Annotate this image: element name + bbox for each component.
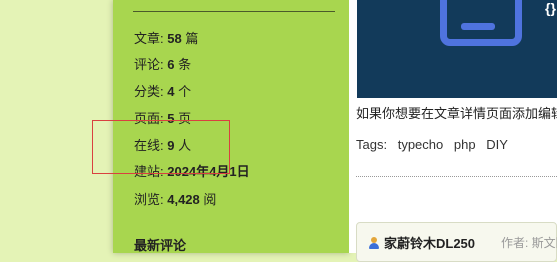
stat-unit: 个 bbox=[174, 84, 192, 99]
stat-label: 文章: bbox=[134, 31, 168, 46]
stat-articles: 文章: 58 篇 bbox=[134, 31, 198, 47]
stat-label: 分类: bbox=[134, 84, 168, 99]
stat-label: 评论: bbox=[134, 57, 168, 72]
stat-unit: 条 bbox=[174, 57, 192, 72]
divider bbox=[356, 176, 557, 177]
tag-typecho[interactable]: typecho bbox=[398, 137, 444, 152]
post-card[interactable]: 家蔚铃木DL250 作者: 斯文阳 bbox=[356, 222, 557, 262]
stat-label: 浏览: bbox=[134, 192, 168, 207]
tag-php[interactable]: php bbox=[454, 137, 476, 152]
stat-views: 浏览: 4,428 阅 bbox=[134, 192, 216, 208]
post-author: 作者: 斯文阳 bbox=[501, 236, 557, 250]
stat-categories: 分类: 4 个 bbox=[134, 84, 191, 100]
user-icon bbox=[369, 237, 379, 249]
article-excerpt: 如果你想要在文章详情页面添加编辑 bbox=[356, 106, 557, 121]
stat-comments: 评论: 6 条 bbox=[134, 57, 191, 73]
post-title-text: 家蔚铃木DL250 bbox=[384, 236, 476, 251]
post-title[interactable]: 家蔚铃木DL250 bbox=[369, 233, 475, 252]
stat-value: 58 bbox=[167, 31, 182, 46]
recent-comments-heading: 最新评论 bbox=[134, 238, 187, 253]
stat-unit: 篇 bbox=[181, 31, 199, 46]
stat-value: 4,428 bbox=[167, 192, 200, 207]
article-thumbnail[interactable]: {} bbox=[357, 0, 557, 98]
sidebar-divider bbox=[133, 11, 335, 12]
main-content: {} 如果你想要在文章详情页面添加编辑 Tags: typecho php DI… bbox=[349, 0, 557, 262]
stat-unit: 阅 bbox=[199, 192, 217, 207]
document-icon bbox=[440, 0, 522, 46]
highlight-box bbox=[92, 120, 230, 174]
code-brace-icon: {} bbox=[545, 0, 556, 16]
tag-list: Tags: typecho php DIY bbox=[356, 137, 508, 152]
tag-diy[interactable]: DIY bbox=[486, 137, 508, 152]
tags-label: Tags: bbox=[356, 137, 388, 152]
